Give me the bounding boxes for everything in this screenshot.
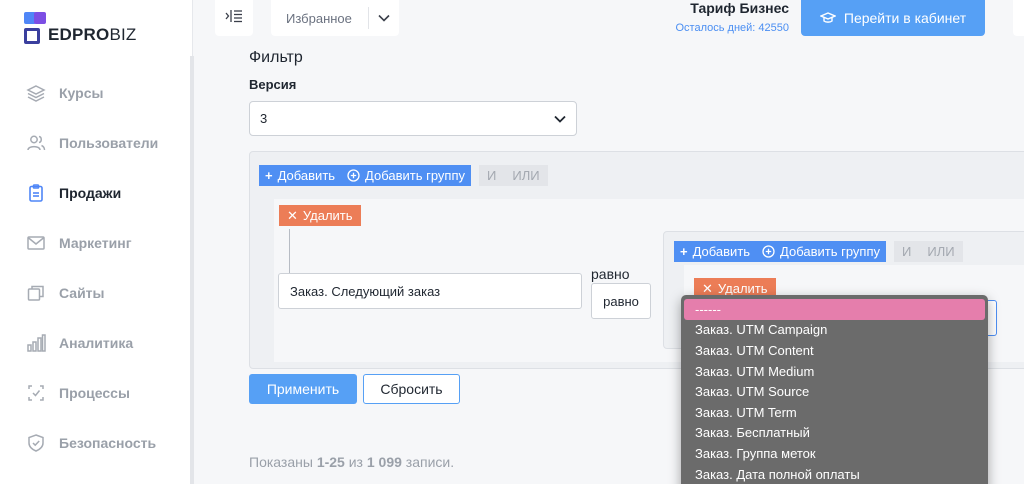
logo-mark-icon (24, 12, 46, 46)
plan-title: Тариф Бизнес (690, 0, 789, 16)
operator-select[interactable]: равно (591, 283, 651, 319)
add-rule-button[interactable]: + Добавить (259, 165, 342, 186)
operator-label: равно (591, 266, 630, 282)
sidebar-item-label: Маркетинг (59, 235, 132, 251)
results-count: Показаны 1-25 из 1 099 записи. (249, 454, 455, 470)
go-to-cabinet-button[interactable]: Перейти в кабинет (801, 0, 985, 36)
sidebar-item-label: Продажи (59, 185, 122, 201)
close-icon: ✕ (287, 207, 298, 223)
version-label: Версия (249, 77, 297, 92)
topbar-extra-control[interactable] (1013, 0, 1024, 36)
sidebar-item-sales[interactable]: Продажи (0, 168, 190, 218)
chevron-down-icon (369, 14, 399, 22)
favorites-label: Избранное (286, 10, 352, 26)
plus-icon: + (265, 168, 273, 183)
dropdown-option[interactable]: Заказ. UTM Term (684, 402, 985, 423)
dropdown-option[interactable]: Заказ. Бесплатный (684, 423, 985, 444)
dropdown-option[interactable]: Заказ. Группа меток (684, 443, 985, 464)
logo-text-bold: EDPRO (48, 25, 110, 44)
mail-icon (25, 232, 47, 254)
users-icon (25, 132, 47, 154)
plus-icon: + (680, 244, 688, 259)
nested-add-rule-button[interactable]: + Добавить (674, 241, 757, 262)
shield-icon (25, 432, 47, 454)
sidebar-item-label: Безопасность (59, 435, 157, 451)
version-select[interactable]: 3 (249, 101, 577, 136)
process-icon (25, 382, 47, 404)
plan-days-left[interactable]: Осталось дней: 42550 (663, 22, 790, 34)
plus-circle-icon (347, 169, 360, 182)
sidebar-item-label: Курсы (59, 85, 104, 101)
plus-circle-icon (762, 245, 775, 258)
sidebar-item-sites[interactable]: Сайты (0, 268, 190, 318)
windows-icon (25, 282, 47, 304)
dropdown-option[interactable]: ------ (684, 299, 985, 320)
sidebar-item-label: Сайты (59, 285, 105, 301)
go-to-cabinet-label: Перейти в кабинет (843, 10, 967, 26)
dropdown-option[interactable]: Заказ. Дата полной оплаты (684, 464, 985, 484)
sidebar-item-courses[interactable]: Курсы (0, 68, 190, 118)
nested-add-group-button[interactable]: Добавить группу (756, 241, 887, 262)
bar-chart-icon (25, 332, 47, 354)
graduation-cap-icon (819, 11, 836, 25)
add-group-button[interactable]: Добавить группу (341, 165, 472, 186)
sidebar-item-marketing[interactable]: Маркетинг (0, 218, 190, 268)
reset-button[interactable]: Сбросить (363, 374, 460, 404)
sidebar: EDPROBIZ Курсы Пользователи Продажи Марк… (0, 0, 193, 484)
dropdown-option[interactable]: Заказ. UTM Source (684, 381, 985, 402)
or-toggle[interactable]: ИЛИ (504, 165, 548, 186)
sidebar-item-security[interactable]: Безопасность (0, 418, 190, 468)
dropdown-option[interactable]: Заказ. UTM Medium (684, 361, 985, 382)
dropdown-option[interactable]: Заказ. UTM Content (684, 340, 985, 361)
sidebar-item-analytics[interactable]: Аналитика (0, 318, 190, 368)
apply-button[interactable]: Применить (249, 374, 357, 404)
collapse-menu-icon (225, 8, 243, 29)
version-value: 3 (260, 111, 268, 126)
sidebar-item-label: Пользователи (59, 135, 159, 151)
logo[interactable]: EDPROBIZ (24, 6, 137, 46)
clipboard-icon (25, 182, 47, 204)
layers-icon (25, 82, 47, 104)
sidebar-item-label: Аналитика (59, 335, 134, 351)
nested-and-toggle[interactable]: И (894, 241, 920, 262)
chevron-down-icon (554, 111, 566, 126)
delete-rule-button[interactable]: ✕ Удалить (279, 205, 361, 226)
rule-field-select[interactable]: Заказ. Следующий заказ (278, 273, 582, 309)
nested-or-toggle[interactable]: ИЛИ (919, 241, 963, 262)
favorites-dropdown[interactable]: Избранное (271, 0, 399, 36)
topbar: Избранное Тариф Бизнес Осталось дней: 42… (193, 0, 1024, 46)
sidebar-item-users[interactable]: Пользователи (0, 118, 190, 168)
filter-title: Фильтр (249, 49, 303, 66)
plan-info: Тариф Бизнес Осталось дней: 42550 (663, 0, 790, 34)
sidebar-nav: Курсы Пользователи Продажи Маркетинг Сай… (0, 68, 190, 468)
collapse-sidebar-button[interactable] (215, 0, 253, 36)
dropdown-option[interactable]: Заказ. UTM Campaign (684, 320, 985, 341)
and-toggle[interactable]: И (479, 165, 505, 186)
sidebar-item-processes[interactable]: Процессы (0, 368, 190, 418)
logo-text-light: BIZ (109, 25, 137, 44)
field-options-dropdown: ------ Заказ. UTM Campaign Заказ. UTM Co… (681, 295, 988, 484)
sidebar-item-label: Процессы (59, 385, 130, 401)
